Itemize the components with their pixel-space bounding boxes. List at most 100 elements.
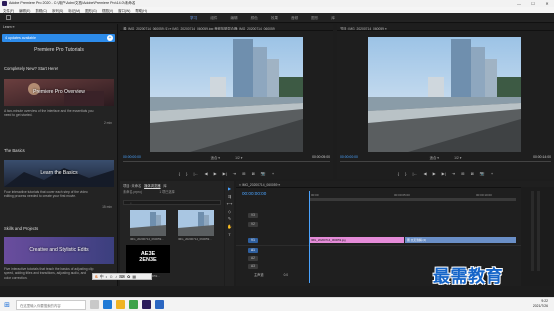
tab-media-browser[interactable]: 媒体浏览器 — [144, 184, 160, 188]
go-to-out-button[interactable]: ⇥ — [233, 171, 236, 176]
track-label[interactable]: V3 — [248, 213, 258, 218]
workspace-tab-learn[interactable]: 学习 — [190, 16, 197, 21]
timeline-header[interactable]: × IMG_20200714_060059 ≡ — [236, 181, 554, 188]
ime-skin-icon[interactable]: ✿ — [127, 274, 130, 279]
menu-clip[interactable]: 剪辑(C) — [35, 8, 47, 13]
mark-out-button[interactable]: } — [405, 171, 406, 176]
track-select-tool-icon[interactable]: ⇶ — [228, 194, 231, 199]
chrome-icon[interactable] — [129, 300, 138, 309]
step-forward-button[interactable]: ▶| — [442, 171, 446, 176]
step-forward-button[interactable]: ▶| — [223, 171, 227, 176]
source-ruler[interactable] — [123, 161, 330, 164]
program-fit-select[interactable]: 适合 ▾ 1/2 ▾ — [358, 155, 533, 160]
close-button[interactable]: ✕ — [540, 1, 554, 6]
timeline-timecode[interactable]: 00:00:00:00 — [242, 191, 266, 196]
project-search-input[interactable]: ⌕ — [123, 200, 221, 205]
track-label[interactable]: A2 — [248, 256, 258, 261]
updates-available-banner[interactable]: 4 updates available + — [2, 34, 115, 42]
ime-logo-icon[interactable]: S — [95, 274, 98, 279]
project-clip[interactable]: IMG_20200714_060059... — [130, 210, 166, 241]
source-monitor-header[interactable]: 源: IMG_20200714_060059 (1) ≡ IMG_2020071… — [120, 24, 333, 31]
workspace-tab-audio[interactable]: 音频 — [291, 16, 298, 21]
program-monitor-header[interactable]: 节目: IMG_20200714_060059 ≡ — [337, 24, 554, 31]
menu-file[interactable]: 文件(F) — [3, 8, 14, 13]
source-tc-in[interactable]: 00:00:00:00 — [123, 155, 141, 159]
tutorial-card-overview[interactable]: Premiere Pro Overview A two-minute overv… — [4, 79, 114, 125]
tutorial-card-basics[interactable]: Learn the Basics Four interactive tutori… — [4, 160, 114, 209]
track-label[interactable]: V1 — [248, 238, 258, 243]
program-ruler[interactable] — [340, 161, 551, 164]
extract-button[interactable]: ⊠ — [471, 171, 474, 176]
maximize-button[interactable]: ☐ — [526, 1, 540, 6]
menu-marker[interactable]: 标记(M) — [68, 8, 80, 13]
ime-lang-icon[interactable]: 中 — [100, 274, 104, 280]
step-back-button[interactable]: ◀ — [205, 171, 208, 176]
task-view-icon[interactable] — [90, 300, 99, 309]
workspace-tab-effects[interactable]: 效果 — [271, 16, 278, 21]
workspace-tab-libraries[interactable]: 库 — [331, 16, 335, 21]
add-button[interactable]: + — [491, 171, 493, 176]
lift-button[interactable]: ⊞ — [461, 171, 464, 176]
menu-sequence[interactable]: 序列(S) — [52, 8, 63, 13]
program-tc-in[interactable]: 00:00:00:00 — [340, 155, 358, 159]
selection-tool-icon[interactable]: ▶ — [228, 186, 231, 191]
ime-keyboard-icon[interactable]: ⌨ — [119, 274, 125, 279]
track-label[interactable]: A3 — [248, 264, 258, 269]
insert-button[interactable]: ⊞ — [242, 171, 245, 176]
mark-in-button[interactable]: { — [398, 171, 399, 176]
step-back-button[interactable]: ◀ — [424, 171, 427, 176]
master-volume-value[interactable]: 0.0 — [284, 273, 288, 277]
play-button[interactable]: ▶ — [433, 171, 436, 176]
menu-edit[interactable]: 编辑(E) — [19, 8, 30, 13]
workspace-tab-assembly[interactable]: 组件 — [210, 16, 217, 21]
play-button[interactable]: ▶ — [214, 171, 217, 176]
word-icon[interactable] — [155, 300, 164, 309]
tab-libraries[interactable]: 库 — [163, 184, 166, 188]
export-frame-icon[interactable]: 📷 — [261, 171, 266, 176]
timeline-ruler[interactable] — [309, 198, 516, 201]
go-to-in-button[interactable]: |← — [193, 171, 198, 176]
menu-graphics[interactable]: 图形(G) — [85, 8, 97, 13]
learn-panel-header[interactable]: Learn ≡ — [0, 24, 117, 30]
minimize-button[interactable]: — — [512, 1, 526, 6]
program-video-frame[interactable] — [368, 37, 521, 152]
premiere-taskbar-icon[interactable] — [142, 300, 151, 309]
windows-start-icon[interactable]: ⊞ — [0, 298, 14, 311]
edge-icon[interactable] — [103, 300, 112, 309]
source-fit-select[interactable]: 适合 ▾ 1/2 ▾ — [141, 155, 312, 160]
ime-emoji-icon[interactable]: ☺ — [109, 274, 113, 279]
ime-punct-icon[interactable]: • — [106, 274, 107, 279]
workspace-tab-color[interactable]: 颜色 — [251, 16, 258, 21]
menu-window[interactable]: 窗口(W) — [118, 8, 130, 13]
export-frame-icon[interactable]: 📷 — [480, 171, 485, 176]
go-to-in-button[interactable]: |← — [412, 171, 417, 176]
menu-help[interactable]: 帮助(H) — [135, 8, 147, 13]
go-to-out-button[interactable]: ⇥ — [452, 171, 455, 176]
home-icon[interactable] — [6, 15, 11, 20]
timeline-playhead[interactable] — [309, 191, 310, 283]
ime-grid-icon[interactable]: ▦ — [132, 274, 136, 279]
hand-tool-icon[interactable]: ✋ — [227, 224, 232, 229]
ime-voice-icon[interactable]: ♪ — [115, 274, 117, 279]
source-video-frame[interactable] — [150, 37, 303, 152]
mark-in-button[interactable]: { — [179, 171, 180, 176]
project-clip[interactable]: IMG_20200714_060059... — [178, 210, 214, 241]
plus-icon[interactable]: + — [107, 35, 113, 41]
video-clip[interactable]: IMG_20200714_060059.jpg — [309, 237, 404, 243]
file-explorer-icon[interactable] — [116, 300, 125, 309]
transition-clip[interactable]: 图 交叉溶解 (2) — [405, 237, 516, 243]
tab-project[interactable]: 项目: 未命名 — [123, 184, 141, 188]
ripple-edit-tool-icon[interactable]: ⟷ — [227, 201, 233, 206]
taskbar-search-input[interactable]: 在这里输入你要搜索的内容 — [16, 299, 86, 310]
overwrite-button[interactable]: ⊠ — [252, 171, 255, 176]
pen-tool-icon[interactable]: ✎ — [228, 216, 231, 221]
workspace-tab-graphics[interactable]: 图形 — [311, 16, 318, 21]
razor-tool-icon[interactable]: ◇ — [228, 209, 231, 214]
track-label[interactable]: A1 — [248, 248, 258, 253]
system-clock[interactable]: 9:22 2021/7/26 — [533, 299, 548, 309]
track-label[interactable]: V2 — [248, 222, 258, 227]
menu-view[interactable]: 视图(V) — [102, 8, 113, 13]
workspace-tab-editing[interactable]: 编辑 — [230, 16, 237, 21]
add-button[interactable]: + — [272, 171, 274, 176]
type-tool-icon[interactable]: T — [228, 232, 230, 237]
